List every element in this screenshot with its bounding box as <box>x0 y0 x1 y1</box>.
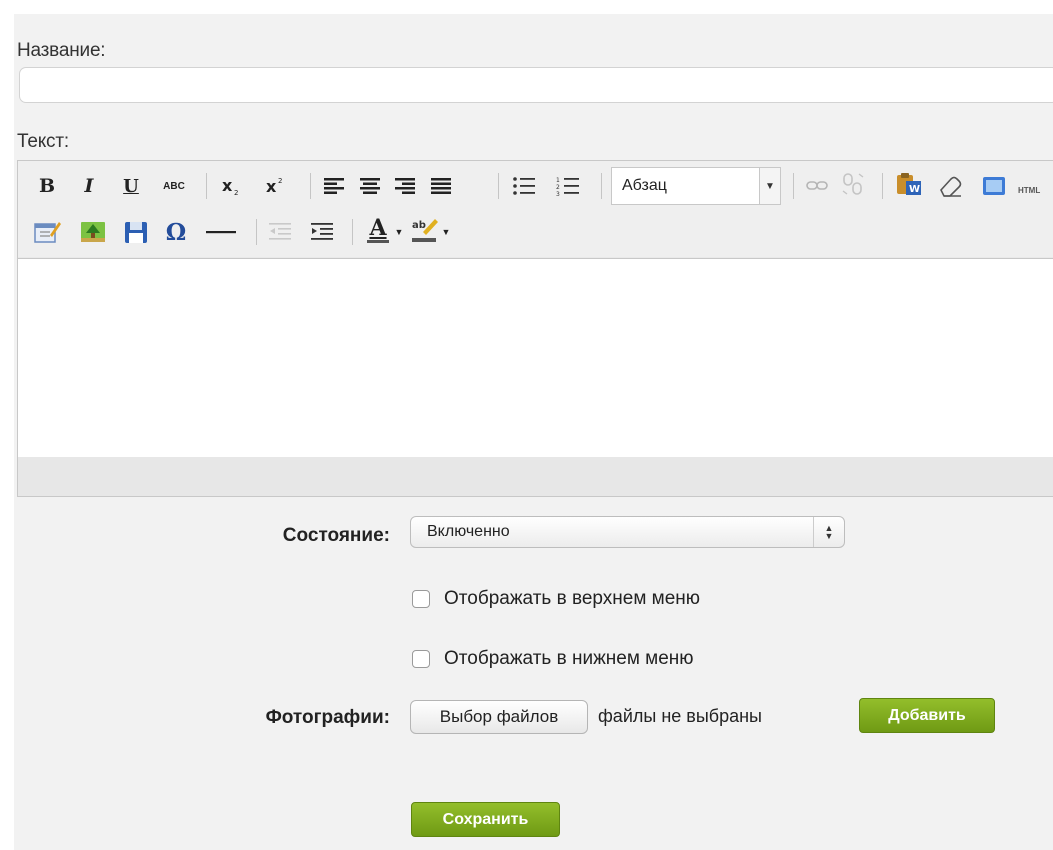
format-select[interactable]: Абзац ▼ <box>611 167 781 205</box>
align-justify-icon[interactable] <box>429 171 453 201</box>
svg-text:3: 3 <box>556 191 560 196</box>
strikethrough-icon[interactable]: ABC <box>160 171 188 201</box>
show-top-menu-row: Отображать в верхнем меню <box>412 588 700 610</box>
align-center-icon[interactable] <box>358 171 382 201</box>
show-top-menu-checkbox[interactable] <box>412 590 430 608</box>
format-select-value: Абзац <box>622 177 667 194</box>
save-icon[interactable] <box>121 217 151 247</box>
save-button[interactable]: Сохранить <box>411 802 560 837</box>
title-label: Название: <box>17 40 106 61</box>
indent-icon[interactable] <box>308 217 336 247</box>
svg-text:2: 2 <box>556 184 560 191</box>
align-right-icon[interactable] <box>393 171 417 201</box>
svg-text:x: x <box>266 177 277 196</box>
editor-status-bar <box>18 457 1053 496</box>
text-label: Текст: <box>17 131 69 152</box>
outdent-icon[interactable] <box>266 217 294 247</box>
svg-text:x: x <box>222 176 233 195</box>
subscript-icon[interactable]: x2 <box>220 171 246 201</box>
link-icon[interactable] <box>805 171 829 201</box>
numbered-list-icon[interactable]: 123 <box>555 171 581 201</box>
italic-icon[interactable]: I <box>78 171 100 201</box>
show-bottom-menu-label: Отображать в нижнем меню <box>444 648 694 669</box>
svg-text:2: 2 <box>234 189 238 197</box>
media-icon[interactable] <box>980 171 1008 201</box>
rich-text-editor: B I U ABC x2 x2 123 Абзац ▼ W HTML Ω A ▼… <box>17 160 1053 497</box>
unlink-icon[interactable] <box>840 169 866 199</box>
paste-word-icon[interactable]: W <box>894 169 924 199</box>
svg-text:1: 1 <box>556 177 560 184</box>
photos-label: Фотографии: <box>265 707 390 728</box>
show-bottom-menu-row: Отображать в нижнем меню <box>412 648 694 670</box>
horizontal-rule-icon[interactable] <box>204 217 238 247</box>
bold-icon[interactable]: B <box>36 171 58 201</box>
special-char-icon[interactable]: Ω <box>162 217 190 247</box>
align-left-icon[interactable] <box>322 171 346 201</box>
no-files-text: файлы не выбраны <box>598 706 762 726</box>
svg-text:W: W <box>909 184 920 195</box>
show-bottom-menu-checkbox[interactable] <box>412 650 430 668</box>
title-input[interactable] <box>19 67 1053 103</box>
toolbar-separator <box>310 173 311 199</box>
font-color-letter: A <box>369 215 387 241</box>
html-icon[interactable]: HTML <box>1018 175 1053 205</box>
font-color-bar <box>367 240 389 243</box>
chevron-down-icon[interactable]: ▼ <box>393 217 405 247</box>
state-label: Состояние: <box>282 525 390 546</box>
toolbar-separator <box>352 219 353 245</box>
underline-icon[interactable]: U <box>120 171 142 201</box>
toolbar-separator <box>256 219 257 245</box>
superscript-icon[interactable]: x2 <box>264 171 290 201</box>
show-top-menu-label: Отображать в верхнем меню <box>444 588 701 609</box>
toolbar-separator <box>882 173 883 199</box>
svg-text:2: 2 <box>278 177 282 185</box>
choose-files-button[interactable]: Выбор файлов <box>410 700 588 734</box>
toolbar-separator <box>498 173 499 199</box>
edit-icon[interactable] <box>32 217 62 247</box>
bullet-list-icon[interactable] <box>511 171 537 201</box>
toolbar-separator <box>601 173 602 199</box>
font-color-icon[interactable]: A <box>364 215 392 245</box>
editor-toolbar: B I U ABC x2 x2 123 Абзац ▼ W HTML Ω A ▼… <box>18 161 1053 257</box>
chevron-down-icon: ▼ <box>759 168 780 204</box>
select-arrows-icon: ▲ ▼ <box>813 517 844 547</box>
add-button[interactable]: Добавить <box>859 698 995 733</box>
eraser-icon[interactable] <box>936 171 964 201</box>
editor-content-area[interactable] <box>18 258 1053 458</box>
state-select-value: Включенно <box>427 523 510 540</box>
chevron-down-icon[interactable]: ▼ <box>440 217 452 247</box>
image-icon[interactable] <box>78 217 108 247</box>
highlight-icon[interactable]: ab <box>410 215 440 245</box>
svg-text:ab: ab <box>412 220 426 231</box>
toolbar-separator <box>206 173 207 199</box>
state-select[interactable]: Включенно ▲ ▼ <box>410 516 845 548</box>
toolbar-separator <box>793 173 794 199</box>
